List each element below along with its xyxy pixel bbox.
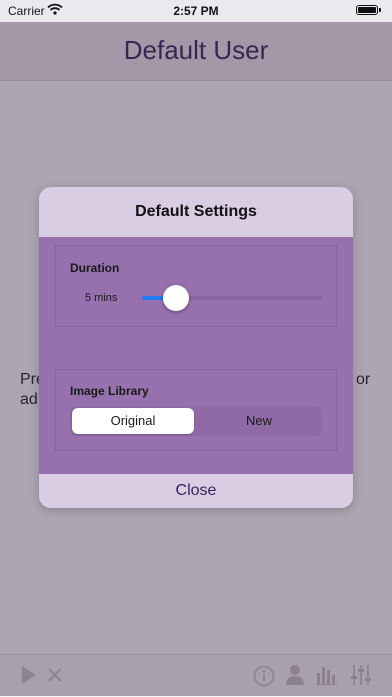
default-settings-dialog: Default Settings Duration 5 mins Image L… [39, 187, 353, 508]
segment-original[interactable]: Original [72, 408, 194, 434]
duration-slider-thumb[interactable] [163, 285, 190, 311]
battery-tip [379, 8, 381, 12]
battery-icon [356, 5, 378, 15]
close-button[interactable]: Close [39, 482, 353, 500]
dialog-header: Default Settings [39, 187, 353, 237]
segment-new[interactable]: New [198, 408, 320, 434]
image-library-label: Image Library [70, 384, 149, 398]
dialog-body: Duration 5 mins Image Library Original N… [39, 237, 353, 474]
duration-value: 5 mins [85, 292, 118, 304]
duration-group: Duration 5 mins [55, 245, 337, 327]
duration-label: Duration [70, 261, 120, 275]
status-bar: Carrier 2:57 PM [0, 0, 392, 22]
image-library-group: Image Library Original New [55, 369, 337, 451]
status-time: 2:57 PM [173, 4, 219, 18]
dialog-title: Default Settings [135, 203, 257, 220]
image-library-segmented-control[interactable]: Original New [70, 406, 322, 436]
dialog-footer: Close [39, 474, 353, 508]
